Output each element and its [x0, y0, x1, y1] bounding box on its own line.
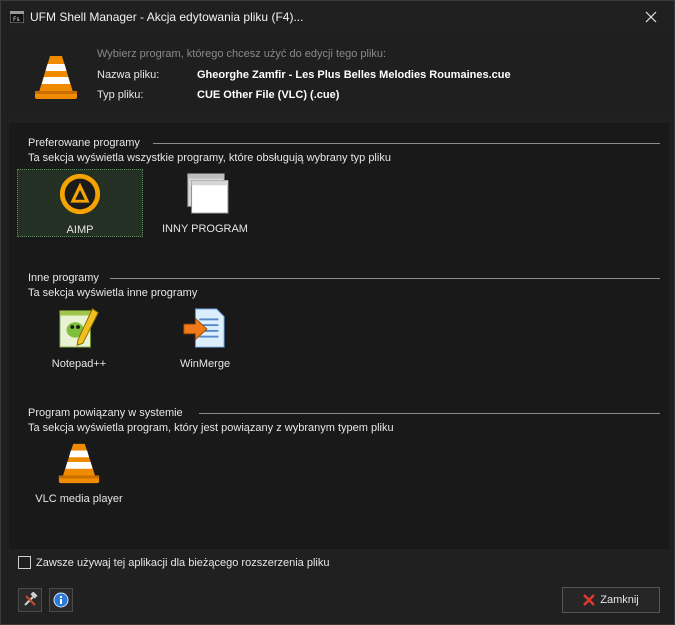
always-use-checkbox[interactable]	[18, 556, 31, 569]
program-label: VLC media player	[35, 493, 123, 505]
section-desc-other: Ta sekcja wyświetla inne programy	[28, 287, 198, 299]
tools-icon	[24, 592, 38, 606]
ufm-app-icon: Fs	[10, 11, 24, 23]
file-name-value: Gheorghe Zamfir - Les Plus Belles Melodi…	[197, 69, 511, 81]
program-label: INNY PROGRAM	[162, 223, 248, 235]
program-tile-notepad-plus-plus[interactable]: Notepad++	[17, 304, 141, 370]
section-divider	[110, 278, 660, 279]
file-type-label: Typ pliku:	[97, 89, 144, 101]
close-dialog-button[interactable]: Zamknij	[562, 587, 660, 613]
dialog-window: Fs UFM Shell Manager - Akcja edytowania …	[0, 0, 675, 625]
window-title: UFM Shell Manager - Akcja edytowania pli…	[30, 10, 304, 24]
aimp-icon	[59, 173, 101, 215]
program-label: Notepad++	[51, 358, 107, 370]
vlc-cone-icon	[58, 443, 100, 484]
file-info-header: Wybierz program, którego chcesz użyć do …	[1, 33, 674, 118]
winmerge-icon	[183, 308, 225, 348]
file-name-label: Nazwa pliku:	[97, 69, 160, 81]
section-divider	[153, 143, 660, 144]
section-title-system: Program powiązany w systemie	[28, 407, 183, 419]
program-tile-aimp[interactable]: AIMP	[17, 169, 143, 237]
program-tile-winmerge[interactable]: WinMerge	[143, 304, 267, 370]
section-desc-system: Ta sekcja wyświetla program, który jest …	[28, 422, 394, 434]
program-tile-other[interactable]: INNY PROGRAM	[143, 169, 267, 235]
section-divider	[199, 413, 660, 414]
close-button-label: Zamknij	[600, 594, 639, 606]
title-bar[interactable]: Fs UFM Shell Manager - Akcja edytowania …	[1, 1, 674, 33]
vlc-cone-icon	[35, 56, 77, 99]
svg-text:Fs: Fs	[13, 16, 20, 23]
settings-tools-button[interactable]	[18, 588, 42, 612]
windows-app-icon	[187, 173, 229, 214]
choose-program-hint: Wybierz program, którego chcesz użyć do …	[97, 48, 387, 60]
info-button[interactable]	[49, 588, 73, 612]
file-type-value: CUE Other File (VLC) (.cue)	[197, 89, 340, 101]
program-tile-vlc[interactable]: VLC media player	[17, 439, 141, 505]
section-desc-preferred: Ta sekcja wyświetla wszystkie programy, …	[28, 152, 391, 164]
section-title-preferred: Preferowane programy	[28, 137, 140, 149]
program-list-panel: Preferowane programy Ta sekcja wyświetla…	[9, 123, 669, 549]
info-icon	[53, 592, 69, 608]
red-x-icon	[583, 594, 596, 606]
section-title-other: Inne programy	[28, 272, 99, 284]
always-use-label: Zawsze używaj tej aplikacji dla bieżąceg…	[36, 556, 330, 569]
window-close-button[interactable]	[628, 1, 674, 33]
notepad-plus-plus-icon	[59, 308, 99, 348]
program-label: WinMerge	[179, 358, 231, 370]
always-use-checkbox-row[interactable]: Zawsze używaj tej aplikacji dla bieżąceg…	[18, 556, 329, 569]
program-label: AIMP	[66, 224, 94, 236]
close-icon	[645, 11, 657, 23]
